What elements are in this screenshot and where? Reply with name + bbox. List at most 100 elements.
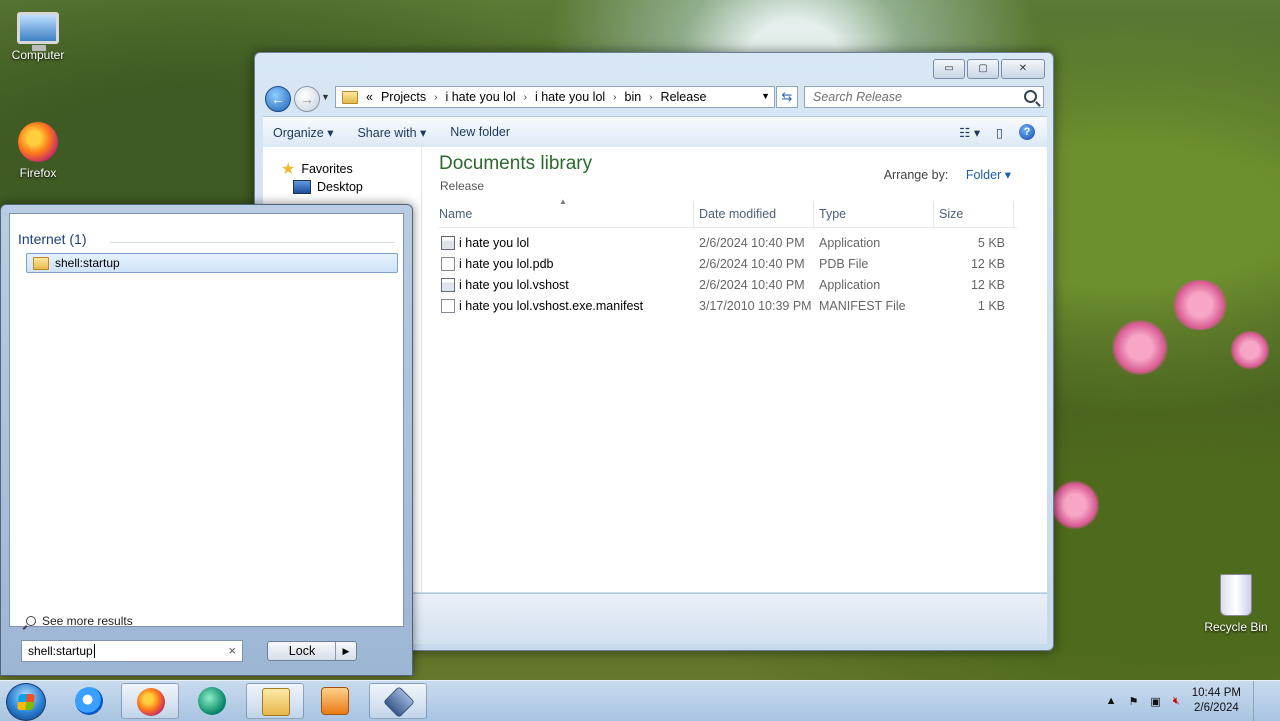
nav-label: Favorites xyxy=(301,162,353,176)
desktop-icon-label: Firefox xyxy=(19,166,57,180)
file-row[interactable]: i hate you lol.vshost 2/6/2024 10:40 PM … xyxy=(439,275,1017,296)
library-subtitle: Release xyxy=(440,179,485,193)
desktop-icon xyxy=(293,180,311,194)
taskbar-app-media-player[interactable] xyxy=(306,683,364,719)
minimize-button[interactable]: ▭ xyxy=(933,59,965,79)
taskbar-app-green[interactable] xyxy=(183,683,241,719)
organize-button[interactable]: Organize ▾ xyxy=(263,125,347,140)
application-icon xyxy=(441,278,455,292)
file-size: 12 KB xyxy=(970,257,1005,271)
file-date: 2/6/2024 10:40 PM xyxy=(699,278,805,292)
see-more-label: See more results xyxy=(42,614,133,628)
share-with-button[interactable]: Share with ▾ xyxy=(347,125,440,140)
column-header-name[interactable]: Name xyxy=(439,207,472,221)
window-controls: ▭ ▢ ✕ xyxy=(933,59,1045,79)
new-folder-button[interactable]: New folder xyxy=(440,125,524,139)
breadcrumb-overflow[interactable]: « xyxy=(366,90,373,104)
nav-item-desktop[interactable]: Desktop xyxy=(293,180,363,194)
breadcrumb-projects[interactable]: Projects xyxy=(381,90,426,104)
search-icon[interactable] xyxy=(1024,90,1037,103)
file-name: i hate you lol.pdb xyxy=(459,257,554,271)
nav-item-favorites[interactable]: ★ Favorites xyxy=(281,159,353,179)
power-options-arrow-icon[interactable]: ▶ xyxy=(335,642,356,660)
chevron-right-icon[interactable]: › xyxy=(434,92,437,103)
search-icon xyxy=(26,616,36,626)
taskbar-app-firefox[interactable] xyxy=(121,683,179,719)
chevron-right-icon[interactable]: › xyxy=(524,92,527,103)
arrange-by-dropdown[interactable]: Folder ▾ xyxy=(966,168,1011,182)
command-bar: Organize ▾ Share with ▾ New folder ☷ ▾ ▯… xyxy=(263,116,1047,148)
back-button[interactable]: ← xyxy=(265,86,291,112)
folder-icon xyxy=(33,256,49,270)
taskbar-app-virtualbox[interactable] xyxy=(369,683,427,719)
taskbar-app-internet-explorer[interactable] xyxy=(60,683,118,719)
file-type: Application xyxy=(819,236,881,250)
search-result-item[interactable]: shell:startup xyxy=(26,253,398,273)
start-search-value: shell:startup xyxy=(28,644,93,658)
star-icon: ★ xyxy=(281,161,296,178)
network-icon[interactable]: ▣ xyxy=(1150,695,1160,708)
volume-muted-icon[interactable]: 🔇︎ xyxy=(1173,695,1180,708)
recycle-bin-icon xyxy=(1220,574,1252,616)
result-group-label[interactable]: Internet (1) xyxy=(18,231,86,247)
arrange-by: Arrange by: Folder ▾ xyxy=(884,167,1011,182)
recent-pages-dropdown[interactable]: ▼ xyxy=(321,92,330,102)
file-size: 1 KB xyxy=(977,299,1005,313)
see-more-results-link[interactable]: See more results xyxy=(26,614,133,628)
taskbar-app-file-explorer[interactable] xyxy=(246,683,304,719)
start-button[interactable] xyxy=(6,683,46,721)
background-flower xyxy=(1230,330,1270,370)
address-bar[interactable]: « Projects › i hate you lol › i hate you… xyxy=(335,86,775,108)
file-row[interactable]: i hate you lol.vshost.exe.manifest 3/17/… xyxy=(439,296,1017,317)
file-size: 5 KB xyxy=(977,236,1005,250)
address-dropdown-icon[interactable]: ▼ xyxy=(761,91,770,101)
taskbar: ▲ ⚑ ▣ 🔇︎ 10:44 PM 2/6/2024 xyxy=(0,680,1280,721)
start-search-input[interactable]: shell:startup × xyxy=(21,640,243,662)
chevron-right-icon[interactable]: › xyxy=(649,92,652,103)
start-menu-results: Internet (1) shell:startup See more resu… xyxy=(9,213,404,628)
breadcrumb-i-hate-you-lol[interactable]: i hate you lol xyxy=(445,90,515,104)
internet-explorer-icon xyxy=(75,687,103,715)
chevron-right-icon[interactable]: › xyxy=(613,92,616,103)
desktop-icon-computer[interactable]: Computer xyxy=(0,12,76,62)
maximize-button[interactable]: ▢ xyxy=(967,59,999,79)
start-menu: Internet (1) shell:startup See more resu… xyxy=(0,204,413,676)
sort-ascending-icon: ▲ xyxy=(559,197,567,206)
search-result-label: shell:startup xyxy=(55,256,120,270)
file-row[interactable]: i hate you lol 2/6/2024 10:40 PM Applica… xyxy=(439,233,1017,254)
search-input[interactable]: Search Release xyxy=(804,86,1044,108)
breadcrumb-release[interactable]: Release xyxy=(661,90,707,104)
help-icon[interactable]: ? xyxy=(1019,124,1035,140)
action-center-flag-icon[interactable]: ⚑ xyxy=(1129,695,1139,708)
preview-pane-icon[interactable]: ▯ xyxy=(996,125,1003,140)
divider xyxy=(110,242,395,243)
column-header-date[interactable]: Date modified xyxy=(699,207,776,221)
column-header-size[interactable]: Size xyxy=(939,207,963,221)
file-name: i hate you lol.vshost.exe.manifest xyxy=(459,299,644,313)
details-view-icon: ☷ xyxy=(959,125,971,140)
close-button[interactable]: ✕ xyxy=(1001,59,1045,79)
desktop-icon-firefox[interactable]: Firefox xyxy=(0,122,76,180)
forward-button[interactable]: → xyxy=(294,86,320,112)
show-hidden-icons-icon[interactable]: ▲ xyxy=(1106,695,1117,707)
refresh-button[interactable]: ⇆ xyxy=(776,86,798,108)
file-type: PDB File xyxy=(819,257,869,271)
system-tray: ▲ ⚑ ▣ 🔇︎ 10:44 PM 2/6/2024 xyxy=(1106,681,1264,721)
change-view-button[interactable]: ☷ ▾ xyxy=(959,125,980,140)
lock-button[interactable]: Lock ▶ xyxy=(267,641,357,661)
clear-search-icon[interactable]: × xyxy=(228,643,236,658)
file-explorer-icon xyxy=(262,688,290,716)
clock[interactable]: 10:44 PM 2/6/2024 xyxy=(1192,686,1241,716)
file-type: MANIFEST File xyxy=(819,299,906,313)
view-dropdown[interactable]: ▾ xyxy=(974,126,980,140)
breadcrumb-i-hate-you-lol-2[interactable]: i hate you lol xyxy=(535,90,605,104)
breadcrumb-bin[interactable]: bin xyxy=(625,90,642,104)
column-header-type[interactable]: Type xyxy=(819,207,846,221)
media-player-icon xyxy=(321,687,349,715)
show-desktop-button[interactable] xyxy=(1253,681,1264,721)
application-icon xyxy=(441,236,455,250)
desktop-icon-recycle-bin[interactable]: Recycle Bin xyxy=(1198,574,1274,634)
background-flower xyxy=(1110,320,1170,375)
file-row[interactable]: i hate you lol.pdb 2/6/2024 10:40 PM PDB… xyxy=(439,254,1017,275)
file-list-pane: Documents library Release Arrange by: Fo… xyxy=(439,147,1047,592)
